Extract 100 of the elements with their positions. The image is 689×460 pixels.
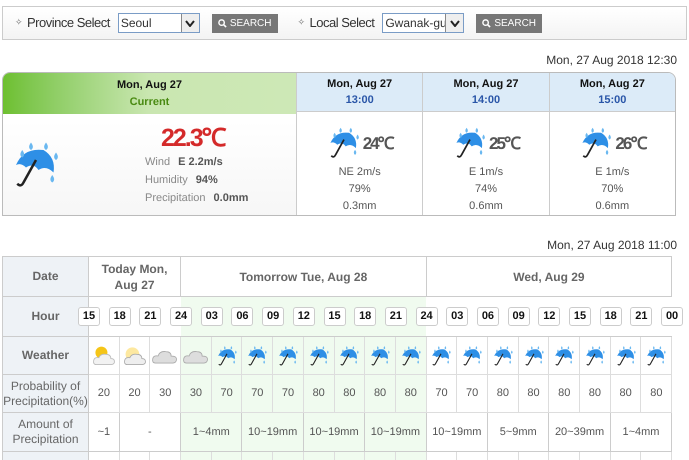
- probability-cell: 20: [119, 374, 150, 412]
- probability-cell: 80: [364, 374, 396, 412]
- amount-cell: 1~4mm: [610, 412, 672, 452]
- amount-cell: 10~19mm: [364, 412, 426, 452]
- hour-badge: 21: [630, 307, 652, 326]
- hour-badge: 18: [354, 307, 376, 326]
- amount-cell: 20~39mm: [548, 412, 610, 452]
- wind-value: NE 2m/s: [338, 165, 381, 180]
- timestamp: Mon, 27 Aug 2018 11:00: [547, 237, 677, 254]
- time-label: 13:00: [346, 93, 374, 108]
- date-label: Mon, Aug 27: [454, 76, 518, 92]
- probability-cell: 80: [518, 374, 549, 412]
- hour-badge: 15: [78, 307, 100, 326]
- probability-cell: 70: [242, 374, 273, 412]
- temperature: 24℃: [362, 134, 393, 152]
- hour-badge: 09: [262, 307, 284, 326]
- sun-cloud-icon: [90, 344, 117, 368]
- hour-badge: 06: [476, 307, 499, 326]
- date-cell: Tomorrow Tue, Aug 28: [180, 256, 426, 296]
- date-label: Mon, Aug 27: [327, 76, 392, 92]
- current-label: Current: [130, 94, 170, 110]
- date-label: Mon, Aug 27: [580, 76, 645, 92]
- hour-badge: 09: [508, 307, 530, 326]
- hour-badge: 18: [108, 307, 131, 326]
- hour-badge: 12: [538, 307, 560, 326]
- amount-cell: 10~19mm: [303, 412, 365, 452]
- detail-label: Precipitation: [145, 190, 206, 206]
- humidity-value: 79%: [348, 182, 371, 197]
- field-label: Local Select: [310, 14, 374, 32]
- probability-cell: 80: [395, 374, 426, 412]
- probability-cell: 80: [640, 374, 672, 412]
- probability-cell: 70: [211, 374, 242, 412]
- hour-badge: 24: [170, 307, 192, 326]
- umbrella-rain-icon: [369, 344, 392, 366]
- precipitation-value: 0.6mm: [596, 199, 630, 214]
- bullet-icon: ✧: [298, 16, 306, 30]
- umbrella-rain-icon: [430, 344, 452, 366]
- amount-cell: ~1: [88, 412, 120, 452]
- field-label: Province Select: [27, 14, 110, 32]
- precipitation-value: 0.3mm: [342, 199, 376, 214]
- hour-badge: 03: [200, 307, 223, 326]
- umbrella-rain-icon: [308, 344, 330, 366]
- umbrella-rain-icon: [614, 344, 637, 366]
- probability-cell: 80: [548, 374, 580, 412]
- umbrella-rain-icon: [246, 344, 268, 366]
- detail-label: Humidity: [145, 172, 188, 188]
- time-label: 14:00: [472, 93, 500, 108]
- umbrella-rain-icon: [461, 344, 484, 366]
- hour-badge: 15: [324, 307, 346, 326]
- probability-cell: 70: [426, 374, 457, 412]
- umbrella-rain-icon: [522, 344, 545, 366]
- probability-cell: 30: [180, 374, 212, 412]
- hour-badge: 24: [416, 307, 438, 326]
- row-header: Weather: [2, 336, 88, 374]
- wind-value: E 1m/s: [468, 165, 504, 180]
- probability-cell: 20: [88, 374, 120, 412]
- probability-cell: 80: [303, 374, 334, 412]
- date-cell: Wed, Aug 29: [426, 256, 672, 296]
- detail-label: Wind: [145, 154, 170, 170]
- amount-cell: 10~19mm: [426, 412, 488, 452]
- humidity-value: 74%: [474, 182, 497, 197]
- wind-value: E 1m/s: [595, 165, 630, 180]
- umbrella-rain-icon: [338, 344, 360, 366]
- umbrella-rain-icon: [400, 344, 422, 366]
- humidity-value: 70%: [601, 182, 624, 197]
- date-label: Mon, Aug 27: [117, 78, 182, 93]
- probability-cell: 80: [610, 374, 641, 412]
- hour-badge: 03: [446, 307, 468, 326]
- time-label: 15:00: [598, 93, 626, 108]
- row-header: Amount of Precipitation: [2, 412, 88, 452]
- umbrella-rain-icon: [216, 344, 238, 366]
- amount-cell: 10~19mm: [242, 412, 304, 452]
- umbrella-rain-icon: [645, 344, 668, 366]
- row-header: Probability of Precipitation(%): [2, 374, 88, 412]
- select-field[interactable]: Seoul: [118, 13, 200, 33]
- timestamp: Mon, 27 Aug 2018 12:30: [546, 52, 677, 69]
- umbrella-rain-icon: [492, 344, 514, 366]
- umbrella-rain-icon: [584, 344, 606, 366]
- hour-badge: 15: [569, 307, 591, 326]
- search-button[interactable]: SEARCH: [476, 14, 542, 32]
- hour-badge: 21: [139, 307, 162, 326]
- detail-value: E 2.2m/s: [178, 154, 223, 170]
- probability-cell: 80: [488, 374, 518, 412]
- search-icon: [482, 18, 492, 28]
- temperature: 26℃: [615, 134, 646, 152]
- temperature: 25℃: [489, 134, 519, 152]
- hour-badge: 06: [231, 307, 254, 326]
- detail-value: 94%: [196, 172, 218, 188]
- hour-badge: 00: [661, 307, 684, 326]
- amount-cell: 1~4mm: [180, 412, 242, 452]
- search-button[interactable]: SEARCH: [212, 14, 278, 32]
- hour-badge: 21: [384, 307, 407, 326]
- temperature: 22.3℃: [161, 122, 226, 152]
- bullet-icon: ✧: [15, 16, 23, 30]
- hour-badge: 18: [600, 307, 622, 326]
- hour-badge: 12: [292, 307, 315, 326]
- umbrella-rain-icon: [553, 344, 576, 366]
- probability-cell: 70: [272, 374, 304, 412]
- row-header: Date: [2, 256, 88, 296]
- umbrella-rain-icon: [277, 344, 299, 366]
